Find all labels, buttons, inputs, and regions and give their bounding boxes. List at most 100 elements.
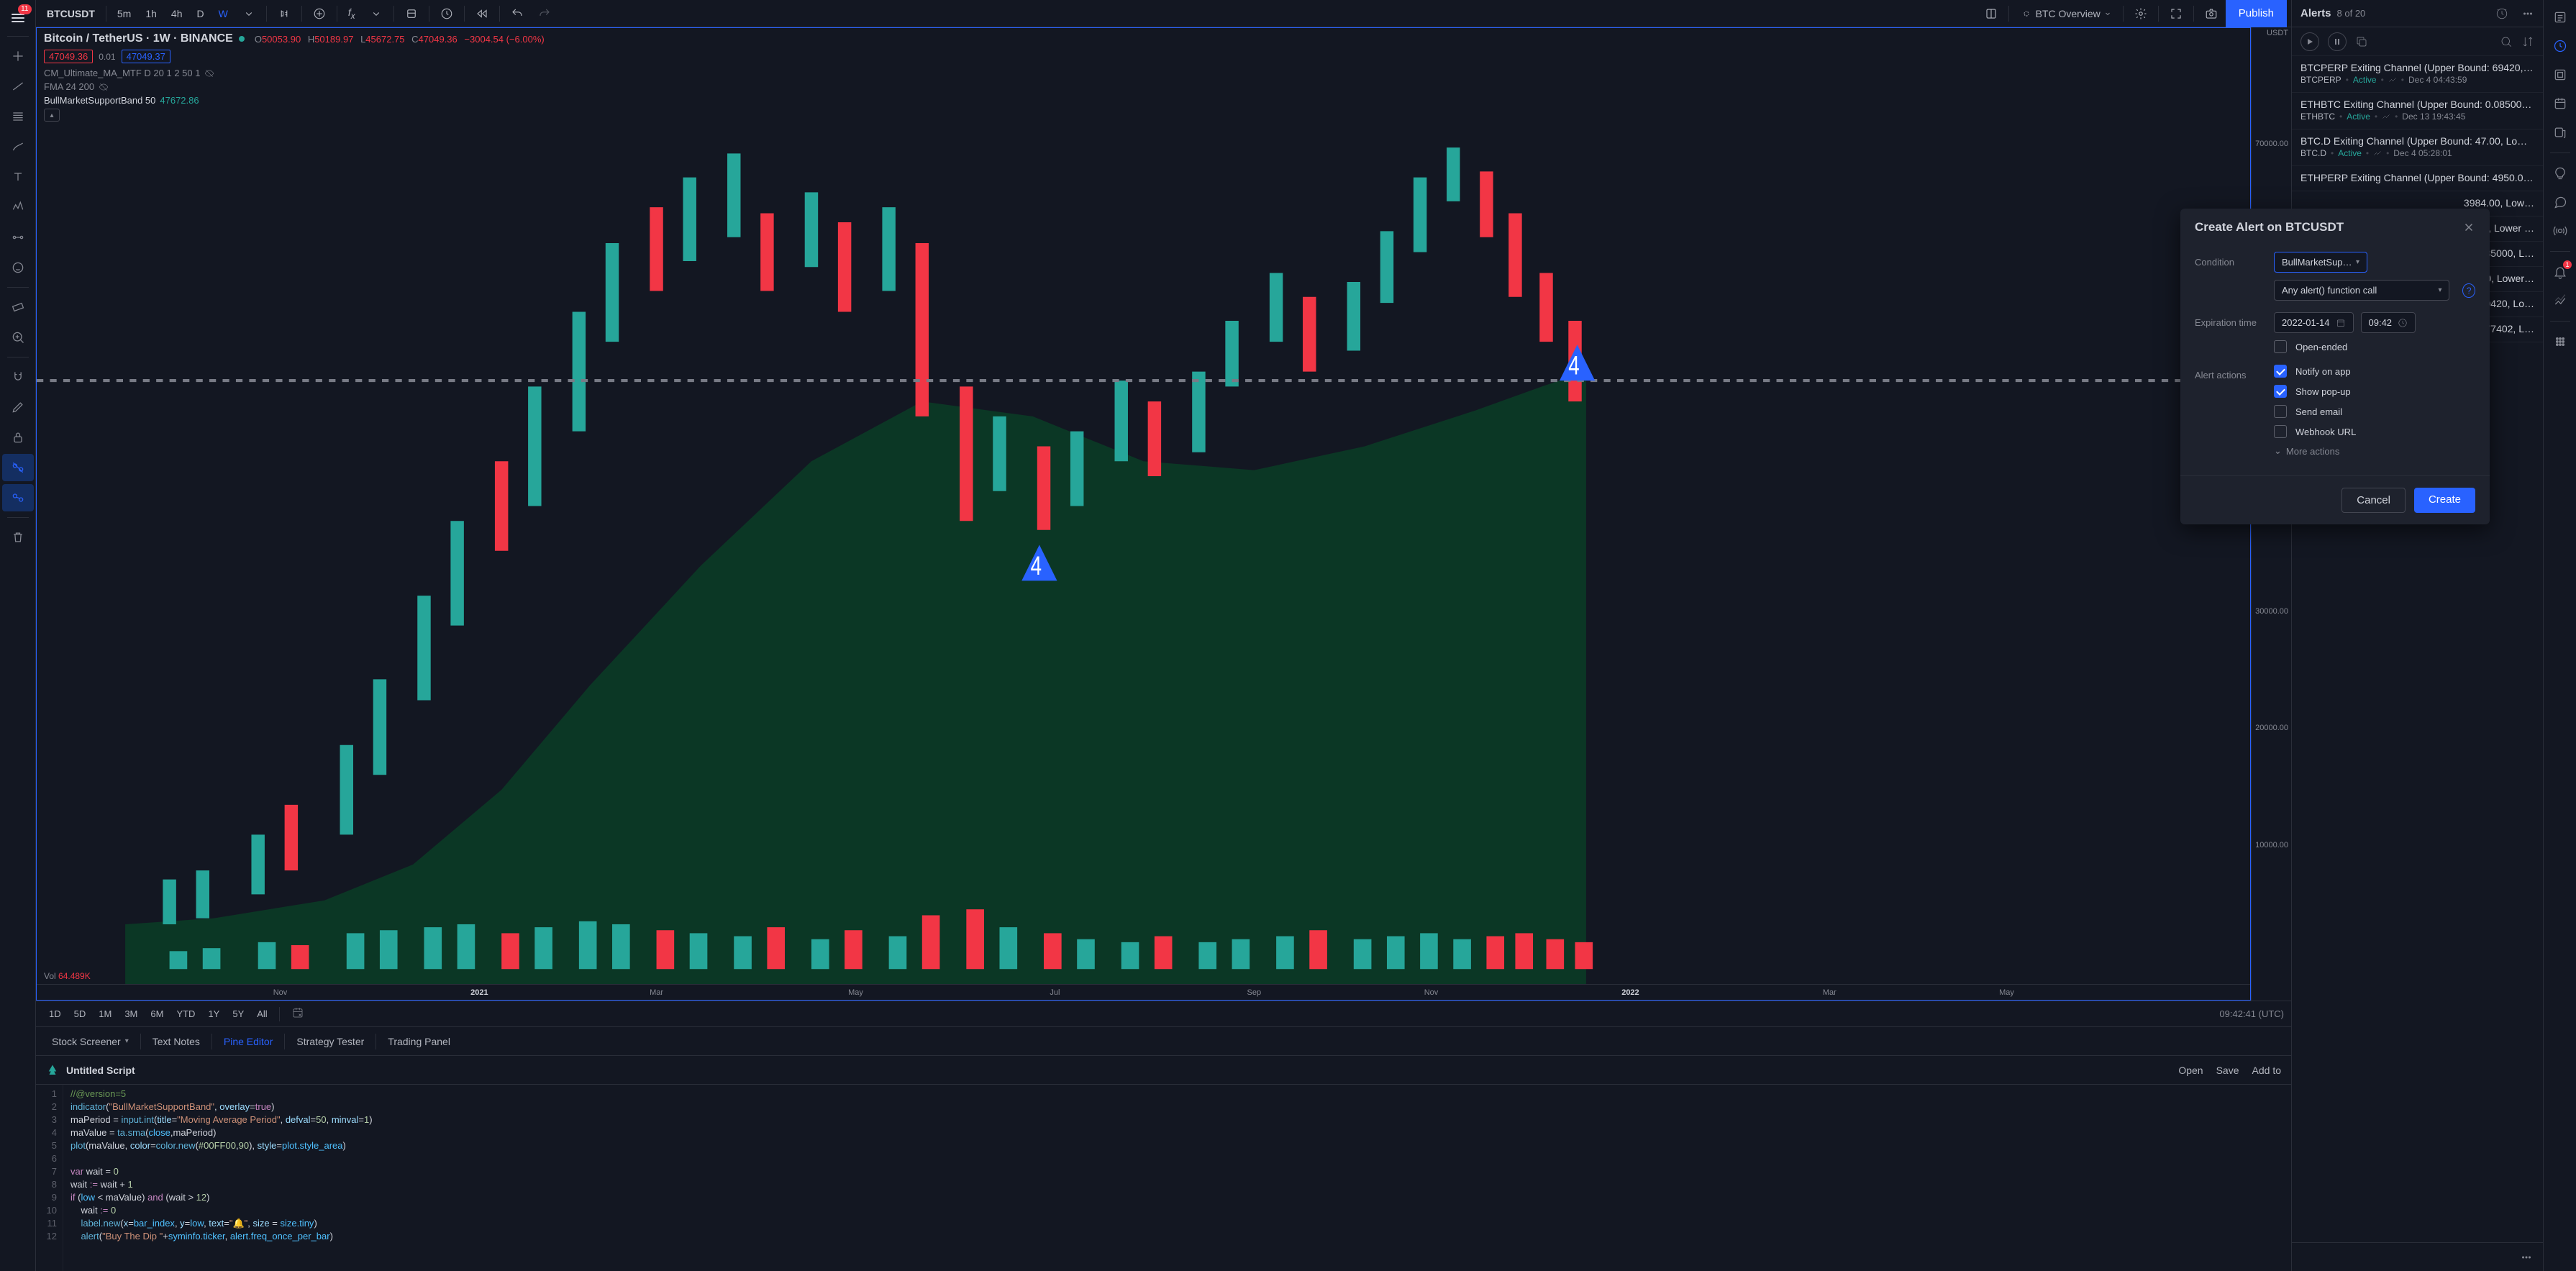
trash-tool[interactable] xyxy=(2,524,34,551)
settings-button[interactable] xyxy=(2128,3,2154,24)
cancel-button[interactable]: Cancel xyxy=(2341,488,2406,513)
trendline-tool[interactable] xyxy=(2,73,34,100)
interval-4h[interactable]: 4h xyxy=(165,3,189,24)
range-1d[interactable]: 1D xyxy=(43,1006,67,1022)
redo-button[interactable] xyxy=(532,3,557,24)
help-icon[interactable]: ? xyxy=(2462,283,2475,298)
collapse-legend[interactable]: ▴ xyxy=(44,109,60,122)
alerts-more-icon[interactable] xyxy=(2521,7,2534,20)
tab-pine[interactable]: Pine Editor xyxy=(212,1027,284,1055)
time-axis[interactable]: Nov 2021 Mar May Jul Sep Nov 2022 Mar Ma… xyxy=(37,984,2250,1000)
code-editor[interactable]: //@version=5 indicator("BullMarketSuppor… xyxy=(63,1085,2291,1271)
apps-icon[interactable] xyxy=(2547,329,2573,355)
indicator-1[interactable]: CM_Ultimate_MA_MTF D 20 1 2 50 1 xyxy=(44,68,545,78)
tab-strategy[interactable]: Strategy Tester xyxy=(285,1027,376,1055)
range-6m[interactable]: 6M xyxy=(145,1006,169,1022)
popup-checkbox[interactable]: Show pop-up xyxy=(2274,385,2475,398)
text-tool[interactable] xyxy=(2,163,34,191)
snapshot-button[interactable] xyxy=(2198,3,2224,24)
replay-button[interactable] xyxy=(469,3,495,24)
script-add[interactable]: Add to xyxy=(2252,1065,2281,1076)
sync-drawings[interactable] xyxy=(2,484,34,511)
play-all-button[interactable] xyxy=(2300,32,2319,51)
chart-area[interactable]: Bitcoin / TetherUS · 1W · BINANCE O50053… xyxy=(36,27,2251,1001)
hotlists-icon[interactable] xyxy=(2547,62,2573,88)
forecast-tool[interactable] xyxy=(2,224,34,251)
indicator-3[interactable]: BullMarketSupportBand 5047672.86 xyxy=(44,95,545,106)
alert-item[interactable]: BTC.D Exiting Channel (Upper Bound: 47.0… xyxy=(2292,129,2543,166)
alert-item[interactable]: ETHPERP Exiting Channel (Upper Bound: 49… xyxy=(2292,166,2543,191)
script-open[interactable]: Open xyxy=(2178,1065,2203,1076)
condition-select[interactable]: BullMarketSup…▾ xyxy=(2274,252,2367,273)
search-icon[interactable] xyxy=(2500,35,2513,48)
edit-tool[interactable] xyxy=(2,393,34,421)
more-actions[interactable]: ⌄More actions xyxy=(2274,445,2475,457)
layout-name[interactable]: BTC Overview xyxy=(2013,3,2118,24)
sort-icon[interactable] xyxy=(2521,35,2534,48)
news-icon[interactable] xyxy=(2547,119,2573,145)
stream-icon[interactable] xyxy=(2547,218,2573,244)
interval-1h[interactable]: 1h xyxy=(139,3,163,24)
dom-icon[interactable] xyxy=(2547,288,2573,314)
open-ended-checkbox[interactable]: Open-ended xyxy=(2274,340,2475,353)
webhook-checkbox[interactable]: Webhook URL xyxy=(2274,425,2475,438)
alert-item[interactable]: ETHBTC Exiting Channel (Upper Bound: 0.0… xyxy=(2292,93,2543,129)
interval-dropdown[interactable] xyxy=(236,3,262,24)
brush-tool[interactable] xyxy=(2,133,34,160)
pattern-tool[interactable] xyxy=(2,193,34,221)
alerts-icon[interactable] xyxy=(2547,33,2573,59)
tab-trading[interactable]: Trading Panel xyxy=(376,1027,462,1055)
interval-w[interactable]: W xyxy=(212,3,235,24)
fullscreen-button[interactable] xyxy=(2163,3,2189,24)
magnet-tool[interactable] xyxy=(2,363,34,391)
tab-notes[interactable]: Text Notes xyxy=(141,1027,211,1055)
panel-more-icon[interactable] xyxy=(2520,1251,2533,1264)
range-5y[interactable]: 5Y xyxy=(227,1006,250,1022)
publish-button[interactable]: Publish xyxy=(2226,0,2287,27)
range-1m[interactable]: 1M xyxy=(93,1006,117,1022)
close-icon[interactable] xyxy=(2462,221,2475,234)
measure-tool[interactable] xyxy=(2,293,34,321)
cursor-tool[interactable] xyxy=(2,42,34,70)
calendar-icon[interactable] xyxy=(2547,91,2573,117)
indicators-dropdown[interactable] xyxy=(363,3,389,24)
range-ytd[interactable]: YTD xyxy=(170,1006,201,1022)
alert-button[interactable] xyxy=(434,3,460,24)
tab-screener[interactable]: Stock Screener▾ xyxy=(40,1027,140,1055)
ideas-icon[interactable] xyxy=(2547,160,2573,186)
expiration-time[interactable]: 09:42 xyxy=(2361,312,2416,333)
chat-icon[interactable] xyxy=(2547,189,2573,215)
interval-5m[interactable]: 5m xyxy=(111,3,137,24)
lock-tool[interactable] xyxy=(2,424,34,451)
script-save[interactable]: Save xyxy=(2216,1065,2239,1076)
expiration-date[interactable]: 2022-01-14 xyxy=(2274,312,2354,333)
zoom-tool[interactable] xyxy=(2,324,34,351)
range-all[interactable]: All xyxy=(251,1006,273,1022)
add-alert-icon[interactable] xyxy=(2495,7,2508,20)
indicators-fx-button[interactable]: fx xyxy=(342,3,362,24)
range-1y[interactable]: 1Y xyxy=(202,1006,225,1022)
emoji-tool[interactable] xyxy=(2,254,34,281)
undo-button[interactable] xyxy=(504,3,530,24)
indicator-2[interactable]: FMA 24 200 xyxy=(44,81,545,92)
fib-tool[interactable] xyxy=(2,103,34,130)
alert-item[interactable]: BTCPERP Exiting Channel (Upper Bound: 69… xyxy=(2292,56,2543,93)
candles-button[interactable] xyxy=(271,3,297,24)
condition-type-select[interactable]: Any alert() function call▾ xyxy=(2274,280,2449,301)
symbol-button[interactable]: BTCUSDT xyxy=(40,3,101,24)
sync-drawings-off[interactable] xyxy=(2,454,34,481)
templates-button[interactable] xyxy=(399,3,424,24)
menu-button[interactable]: 11 xyxy=(6,6,30,30)
watchlist-icon[interactable] xyxy=(2547,4,2573,30)
goto-date[interactable] xyxy=(286,1003,310,1024)
pause-all-button[interactable] xyxy=(2328,32,2347,51)
interval-d[interactable]: D xyxy=(191,3,211,24)
email-checkbox[interactable]: Send email xyxy=(2274,405,2475,418)
notify-app-checkbox[interactable]: Notify on app xyxy=(2274,365,2475,378)
create-button[interactable]: Create xyxy=(2414,488,2475,513)
clone-icon[interactable] xyxy=(2355,35,2368,48)
notifications-icon[interactable]: 1 xyxy=(2547,259,2573,285)
range-5d[interactable]: 5D xyxy=(68,1006,92,1022)
layout-button[interactable] xyxy=(1978,3,2004,24)
range-3m[interactable]: 3M xyxy=(119,1006,143,1022)
